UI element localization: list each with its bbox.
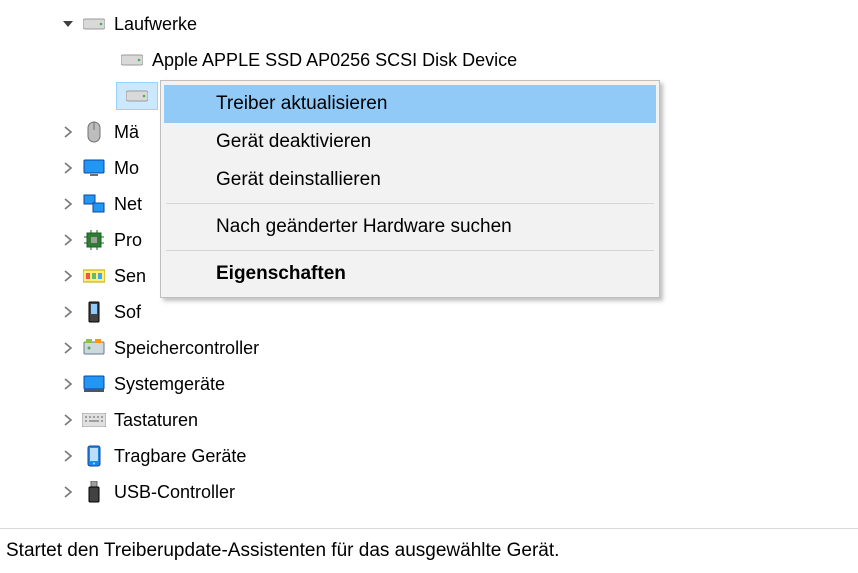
menu-item-label: Eigenschaften bbox=[216, 263, 346, 285]
tree-node-label: Mä bbox=[114, 114, 139, 150]
menu-separator bbox=[166, 203, 654, 204]
menu-item-label: Gerät deinstallieren bbox=[216, 169, 381, 191]
status-bar: Startet den Treiberupdate-Assistenten fü… bbox=[0, 528, 858, 573]
tree-node-label: Mo bbox=[114, 150, 139, 186]
chevron-right-icon[interactable] bbox=[54, 414, 82, 426]
storage-icon bbox=[82, 336, 106, 360]
selection-highlight bbox=[116, 82, 158, 110]
cpu-icon bbox=[82, 228, 106, 252]
disk-icon bbox=[120, 48, 144, 72]
tree-node[interactable]: Tastaturen bbox=[0, 402, 858, 438]
menu-item-scan-hardware[interactable]: Nach geänderter Hardware suchen bbox=[164, 208, 656, 246]
chevron-right-icon[interactable] bbox=[54, 234, 82, 246]
menu-item-disable-device[interactable]: Gerät deaktivieren bbox=[164, 123, 656, 161]
status-text: Startet den Treiberupdate-Assistenten fü… bbox=[6, 540, 559, 562]
chevron-right-icon[interactable] bbox=[54, 198, 82, 210]
sensor-icon bbox=[82, 264, 106, 288]
disk-icon bbox=[126, 89, 148, 103]
chevron-right-icon[interactable] bbox=[54, 126, 82, 138]
tree-node-label: Apple APPLE SSD AP0256 SCSI Disk Device bbox=[152, 42, 517, 78]
tree-node-label: USB-Controller bbox=[114, 474, 235, 510]
chevron-right-icon[interactable] bbox=[54, 306, 82, 318]
chevron-right-icon[interactable] bbox=[54, 486, 82, 498]
monitor-icon bbox=[82, 156, 106, 180]
chevron-down-icon bbox=[54, 18, 82, 30]
portable-icon bbox=[82, 444, 106, 468]
menu-item-properties[interactable]: Eigenschaften bbox=[164, 255, 656, 293]
system-icon bbox=[82, 372, 106, 396]
drive-category-icon bbox=[82, 12, 106, 36]
tree-node[interactable]: Speichercontroller bbox=[0, 330, 858, 366]
tree-node[interactable]: Sof bbox=[0, 294, 858, 330]
tree-node-label: Systemgeräte bbox=[114, 366, 225, 402]
chevron-right-icon[interactable] bbox=[54, 378, 82, 390]
tree-node-disk-apple[interactable]: Apple APPLE SSD AP0256 SCSI Disk Device bbox=[0, 42, 858, 78]
usb-icon bbox=[82, 480, 106, 504]
menu-item-update-driver[interactable]: Treiber aktualisieren bbox=[164, 85, 656, 123]
mouse-icon bbox=[82, 120, 106, 144]
network-icon bbox=[82, 192, 106, 216]
tree-node-label: Laufwerke bbox=[114, 6, 197, 42]
software-icon bbox=[82, 300, 106, 324]
tree-node-label: Tastaturen bbox=[114, 402, 198, 438]
menu-item-label: Treiber aktualisieren bbox=[216, 93, 387, 115]
tree-node-label: Net bbox=[114, 186, 142, 222]
tree-node-label: Tragbare Geräte bbox=[114, 438, 246, 474]
tree-node-label: Sen bbox=[114, 258, 146, 294]
chevron-right-icon[interactable] bbox=[54, 270, 82, 282]
tree-node[interactable]: Systemgeräte bbox=[0, 366, 858, 402]
chevron-right-icon[interactable] bbox=[54, 450, 82, 462]
keyboard-icon bbox=[82, 408, 106, 432]
context-menu: Treiber aktualisieren Gerät deaktivieren… bbox=[160, 80, 660, 298]
menu-item-label: Nach geänderter Hardware suchen bbox=[216, 216, 512, 238]
menu-item-uninstall-device[interactable]: Gerät deinstallieren bbox=[164, 161, 656, 199]
tree-node[interactable]: Tragbare Geräte bbox=[0, 438, 858, 474]
menu-item-label: Gerät deaktivieren bbox=[216, 131, 371, 153]
tree-node-label: Pro bbox=[114, 222, 142, 258]
chevron-right-icon[interactable] bbox=[54, 162, 82, 174]
tree-node-drives[interactable]: Laufwerke bbox=[0, 6, 858, 42]
tree-node[interactable]: USB-Controller bbox=[0, 474, 858, 510]
menu-separator bbox=[166, 250, 654, 251]
chevron-right-icon[interactable] bbox=[54, 342, 82, 354]
tree-node-label: Speichercontroller bbox=[114, 330, 259, 366]
tree-node-label: Sof bbox=[114, 294, 141, 330]
